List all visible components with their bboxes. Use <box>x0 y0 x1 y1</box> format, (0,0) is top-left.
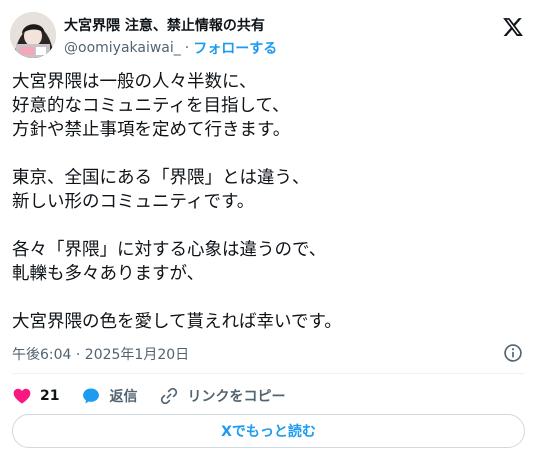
tweet-line: 各々「界隈」に対する心象は違うので、 <box>12 240 327 260</box>
avatar-image <box>10 12 56 58</box>
tweet-line: 方針や禁止事項を定めて行きます。 <box>12 120 291 140</box>
name-row: 大宮界隈 注意、禁止情報の共有 <box>64 15 265 35</box>
tweet-line: 軋轢も多々ありますが、 <box>12 264 205 284</box>
tweet-timestamp[interactable]: 午後6:04 · 2025年1月20日 <box>12 344 189 364</box>
heart-icon <box>13 388 31 404</box>
tweet-line: 新しい形のコミュニティです。 <box>12 192 255 212</box>
tweet-line: 大宮界隈の色を愛して貰えれば幸いです。 <box>12 312 342 332</box>
tweet-line: 大宮界隈は一般の人々半数に、 <box>12 72 257 92</box>
like-button[interactable]: 21 <box>12 386 59 406</box>
copy-link-button[interactable]: リンクをコピー <box>159 386 285 406</box>
action-bar: 21 返信 リンクをコピー <box>12 384 307 408</box>
handle-row: @oomiyakaiwai_ · フォローする <box>64 38 277 58</box>
user-handle[interactable]: @oomiyakaiwai_ <box>64 40 181 56</box>
separator-dot: · <box>184 40 190 56</box>
embedded-tweet-card: 大宮界隈 注意、禁止情報の共有 @oomiyakaiwai_ · フォローする … <box>0 0 537 458</box>
info-icon[interactable] <box>503 343 523 363</box>
tweet-text: 大宮界隈は一般の人々半数に、 好意的なコミュニティを目指して、 方針や禁止事項を… <box>12 70 522 334</box>
tweet-header: 大宮界隈 注意、禁止情報の共有 @oomiyakaiwai_ · フォローする <box>10 8 528 64</box>
x-logo-icon[interactable] <box>502 16 524 38</box>
tweet-line: 東京、全国にある「界隈」とは違う、 <box>12 168 310 188</box>
divider <box>12 373 525 374</box>
follow-button[interactable]: フォローする <box>193 38 277 58</box>
reply-icon <box>83 388 100 404</box>
avatar[interactable] <box>10 12 56 58</box>
read-more-label: Xでもっと読む <box>221 424 316 440</box>
copy-link-label: リンクをコピー <box>187 389 286 405</box>
link-icon <box>161 387 178 405</box>
reply-label: 返信 <box>109 389 138 405</box>
read-more-button[interactable]: Xでもっと読む <box>12 414 525 448</box>
reply-button[interactable]: 返信 <box>81 386 137 406</box>
display-name[interactable]: 大宮界隈 注意、禁止情報の共有 <box>64 15 265 35</box>
like-count: 21 <box>40 388 60 404</box>
tweet-line: 好意的なコミュニティを目指して、 <box>12 96 290 116</box>
